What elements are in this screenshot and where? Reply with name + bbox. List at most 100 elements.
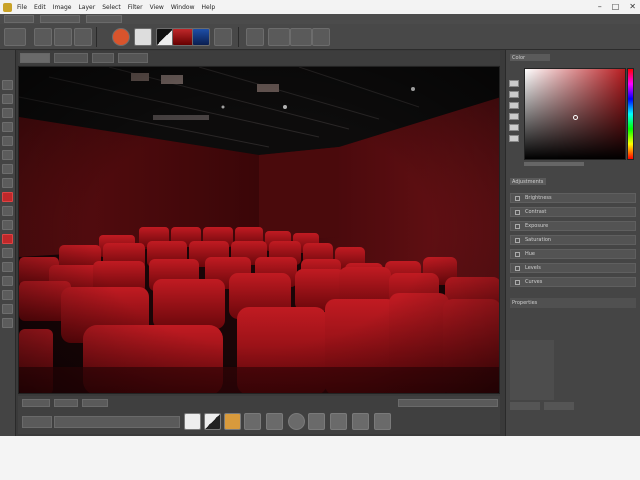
info-field[interactable] xyxy=(82,399,108,407)
gradient-tool-icon[interactable] xyxy=(2,234,13,244)
properties-panel-label: Properties xyxy=(512,300,538,306)
document-tab[interactable] xyxy=(92,53,114,63)
mask-icon[interactable] xyxy=(204,413,221,430)
adjustment-icon[interactable] xyxy=(244,413,261,430)
shape-tool-icon[interactable] xyxy=(2,290,13,300)
swatch[interactable] xyxy=(509,135,519,142)
scrollbar[interactable] xyxy=(398,399,498,407)
marquee-tool-icon[interactable] xyxy=(2,94,13,104)
image-icon[interactable] xyxy=(266,413,283,430)
checkbox[interactable] xyxy=(515,196,520,201)
option-field[interactable] xyxy=(86,15,122,23)
move-tool-icon[interactable] xyxy=(2,80,13,90)
option-field[interactable] xyxy=(40,15,80,23)
panel-button[interactable] xyxy=(510,402,540,410)
app-icon xyxy=(3,2,12,12)
opacity-icon[interactable] xyxy=(74,28,92,46)
eraser-tool-icon[interactable] xyxy=(2,220,13,230)
menu-window[interactable]: Window xyxy=(171,4,195,11)
menu-view[interactable]: View xyxy=(150,4,164,11)
toolbar-divider xyxy=(96,27,97,47)
adjustment-row[interactable]: Levels xyxy=(510,263,636,273)
bottom-toolbar xyxy=(18,410,500,434)
zoom-dropdown[interactable] xyxy=(22,416,52,428)
adjustment-row[interactable]: Curves xyxy=(510,277,636,287)
maximize-button[interactable]: □ xyxy=(612,0,620,14)
info-field[interactable] xyxy=(54,399,78,407)
checkbox[interactable] xyxy=(515,224,520,229)
record-icon[interactable] xyxy=(112,28,130,46)
settings-icon[interactable] xyxy=(616,28,634,46)
adjustment-row[interactable]: Brightness xyxy=(510,193,636,203)
swatch[interactable] xyxy=(509,91,519,98)
brush-preset-icon[interactable] xyxy=(4,28,26,46)
menu-layer[interactable]: Layer xyxy=(78,4,95,11)
menu-help[interactable]: Help xyxy=(202,4,216,11)
dodge-tool-icon[interactable] xyxy=(2,248,13,258)
foreground-color-icon[interactable] xyxy=(2,192,13,202)
zoom-field[interactable] xyxy=(22,399,50,407)
healing-tool-icon[interactable] xyxy=(2,164,13,174)
menu-filter[interactable]: Filter xyxy=(128,4,143,11)
menu-file[interactable]: File xyxy=(17,4,27,11)
panel-divider xyxy=(524,162,584,166)
document-tab[interactable] xyxy=(54,53,88,63)
checkbox[interactable] xyxy=(515,280,520,285)
blue-swatch-icon[interactable] xyxy=(192,28,210,46)
menu-select[interactable]: Select xyxy=(102,4,121,11)
swatch[interactable] xyxy=(509,80,519,87)
lasso-tool-icon[interactable] xyxy=(2,108,13,118)
hand-tool-icon[interactable] xyxy=(2,304,13,314)
document-tab[interactable] xyxy=(20,53,50,63)
swatch[interactable] xyxy=(509,113,519,120)
swatch[interactable] xyxy=(509,102,519,109)
brush-tool-icon[interactable] xyxy=(2,178,13,188)
clone-tool-icon[interactable] xyxy=(2,206,13,216)
close-button[interactable]: ✕ xyxy=(629,0,636,14)
folder-icon[interactable] xyxy=(224,413,241,430)
swatch[interactable] xyxy=(509,124,519,131)
image-canvas[interactable] xyxy=(18,66,500,394)
fx-icon[interactable] xyxy=(308,413,325,430)
red-swatch-icon[interactable] xyxy=(172,28,194,46)
menu-image[interactable]: Image xyxy=(53,4,72,11)
crop-tool-icon[interactable] xyxy=(2,136,13,146)
right-panel: Color Adjustments Brightness Contrast Ex… xyxy=(505,50,640,436)
pen-tool-icon[interactable] xyxy=(2,262,13,272)
color-picker-cursor[interactable] xyxy=(573,115,578,120)
history-icon[interactable] xyxy=(288,413,305,430)
adjustment-row[interactable]: Contrast xyxy=(510,207,636,217)
checkbox[interactable] xyxy=(515,252,520,257)
checkbox[interactable] xyxy=(515,266,520,271)
color-picker[interactable] xyxy=(524,68,626,160)
layer-style-icon[interactable] xyxy=(214,28,232,46)
checkbox[interactable] xyxy=(515,238,520,243)
adjustment-row[interactable]: Saturation xyxy=(510,235,636,245)
distribute-icon[interactable] xyxy=(312,28,330,46)
new-layer-icon[interactable] xyxy=(184,413,201,430)
filename-field[interactable] xyxy=(54,416,180,428)
type-tool-icon[interactable] xyxy=(2,276,13,286)
link-layers-icon[interactable] xyxy=(330,413,347,430)
desktop-background xyxy=(0,436,640,480)
adjustment-row[interactable]: Hue xyxy=(510,249,636,259)
adjustment-row[interactable]: Exposure xyxy=(510,221,636,231)
zoom-tool-icon[interactable] xyxy=(2,318,13,328)
checkbox[interactable] xyxy=(515,210,520,215)
mode-icon[interactable] xyxy=(54,28,72,46)
panel-button[interactable] xyxy=(544,402,574,410)
eyedropper-tool-icon[interactable] xyxy=(2,150,13,160)
link-icon[interactable] xyxy=(246,28,264,46)
quick-select-tool-icon[interactable] xyxy=(2,122,13,132)
align-icon[interactable] xyxy=(290,28,312,46)
transform-icon[interactable] xyxy=(352,413,369,430)
hue-slider[interactable] xyxy=(627,68,634,160)
blank-swatch-icon[interactable] xyxy=(134,28,152,46)
menu-edit[interactable]: Edit xyxy=(34,4,46,11)
minimize-button[interactable]: – xyxy=(598,0,602,14)
transform-icon[interactable] xyxy=(268,28,290,46)
option-field[interactable] xyxy=(4,15,34,23)
delete-icon[interactable] xyxy=(374,413,391,430)
document-tab[interactable] xyxy=(118,53,148,63)
brush-size-icon[interactable] xyxy=(34,28,52,46)
